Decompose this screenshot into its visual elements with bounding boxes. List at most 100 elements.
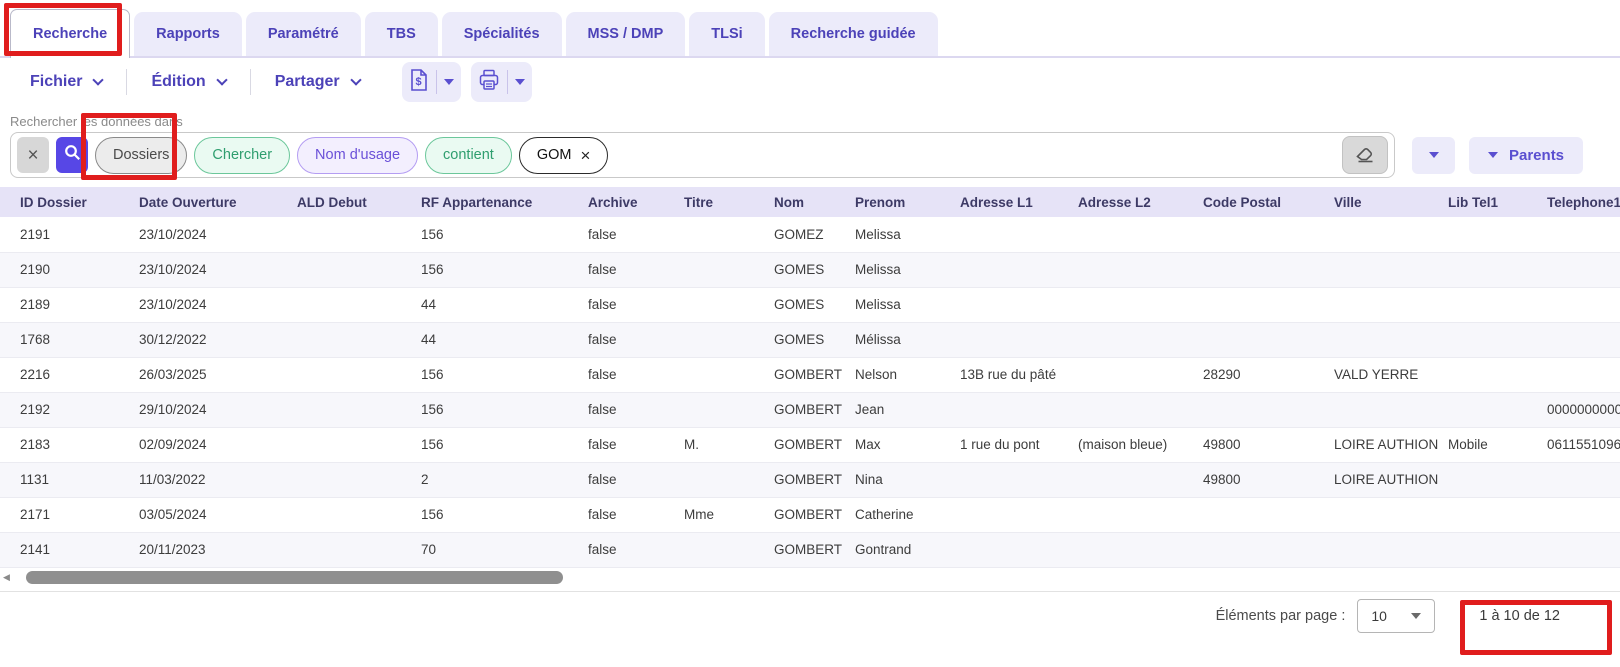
column-header-adresse-l1[interactable]: Adresse L1: [960, 187, 1078, 217]
table-cell: [297, 462, 421, 497]
chevron-down-icon[interactable]: [444, 79, 454, 85]
table-cell: 2183: [0, 427, 139, 462]
table-cell: 20/11/2023: [139, 532, 297, 567]
column-header-code-postal[interactable]: Code Postal: [1203, 187, 1334, 217]
column-header-telephone1[interactable]: Telephone1: [1547, 187, 1620, 217]
column-header-id-dossier[interactable]: ID Dossier: [0, 187, 139, 217]
x-icon: ×: [27, 146, 38, 165]
menu-edition[interactable]: Édition: [151, 73, 225, 91]
table-row[interactable]: 219123/10/2024156falseGOMEZMelissa: [0, 217, 1620, 252]
table-cell: Catherine: [855, 497, 960, 532]
table-cell: [1448, 532, 1547, 567]
table-cell: [1203, 322, 1334, 357]
table-cell: Melissa: [855, 217, 960, 252]
parents-button[interactable]: Parents: [1469, 137, 1583, 174]
column-header-archive[interactable]: Archive: [588, 187, 684, 217]
table-cell: Max: [855, 427, 960, 462]
table-cell: [684, 532, 774, 567]
menu-fichier[interactable]: Fichier: [30, 73, 102, 91]
table-cell: 1 rue du pont: [960, 427, 1078, 462]
table-row[interactable]: 214120/11/202370falseGOMBERTGontrand: [0, 532, 1620, 567]
table-row[interactable]: 218923/10/202444falseGOMESMelissa: [0, 287, 1620, 322]
tab-mss-dmp[interactable]: MSS / DMP: [566, 12, 686, 56]
table-cell: [1078, 217, 1203, 252]
table-cell: Melissa: [855, 287, 960, 322]
table-cell: 02/09/2024: [139, 427, 297, 462]
search-options-dropdown[interactable]: [1412, 137, 1455, 174]
column-header-adresse-l2[interactable]: Adresse L2: [1078, 187, 1203, 217]
eraser-icon: [1354, 142, 1377, 168]
column-header-ald-debut[interactable]: ALD Debut: [297, 187, 421, 217]
filter-chip-gom[interactable]: GOM×: [519, 137, 609, 174]
table-row[interactable]: 217103/05/2024156falseMmeGOMBERTCatherin…: [0, 497, 1620, 532]
table-cell: 23/10/2024: [139, 287, 297, 322]
tab-param-tr[interactable]: Paramétré: [246, 12, 361, 56]
table-cell: GOMBERT: [774, 357, 855, 392]
table-cell: GOMBERT: [774, 427, 855, 462]
items-per-page-label: Éléments par page :: [1216, 608, 1346, 624]
table-row[interactable]: 113111/03/20222falseGOMBERTNina49800LOIR…: [0, 462, 1620, 497]
table-cell: [960, 217, 1078, 252]
column-header-lib-tel1[interactable]: Lib Tel1: [1448, 187, 1547, 217]
table-cell: 0611551096: [1547, 427, 1620, 462]
column-header-date-ouverture[interactable]: Date Ouverture: [139, 187, 297, 217]
table-cell: [684, 217, 774, 252]
tab-sp-cialit-s[interactable]: Spécialités: [442, 12, 562, 56]
filter-chip-chercher[interactable]: Chercher: [194, 137, 290, 174]
table-cell: 156: [421, 217, 588, 252]
tab-rapports[interactable]: Rapports: [134, 12, 242, 56]
table-cell: [1334, 322, 1448, 357]
table-cell: 2190: [0, 252, 139, 287]
table-cell: 1131: [0, 462, 139, 497]
scrollbar-thumb[interactable]: [26, 571, 563, 584]
table-cell: 2216: [0, 357, 139, 392]
search-input[interactable]: × Dossiers ChercherNom d'usagecontientGOM…: [10, 132, 1395, 178]
table-row[interactable]: 219229/10/2024156falseGOMBERTJean0000000…: [0, 392, 1620, 427]
column-header-rf-appartenance[interactable]: RF Appartenance: [421, 187, 588, 217]
table-cell: [1547, 217, 1620, 252]
tab-recherche-guid-e[interactable]: Recherche guidée: [769, 12, 938, 56]
export-invoice-button[interactable]: $: [402, 62, 461, 102]
table-cell: 156: [421, 427, 588, 462]
scroll-left-arrow-icon[interactable]: ◀: [3, 572, 10, 583]
items-per-page-select[interactable]: 10: [1357, 599, 1435, 633]
tab-recherche[interactable]: Recherche: [10, 9, 130, 58]
tab-tlsi[interactable]: TLSi: [689, 12, 764, 56]
table-row[interactable]: 219023/10/2024156falseGOMESMelissa: [0, 252, 1620, 287]
table-cell: [1547, 462, 1620, 497]
table-row[interactable]: 221626/03/2025156falseGOMBERTNelson13B r…: [0, 357, 1620, 392]
search-row: × Dossiers ChercherNom d'usagecontientGOM…: [10, 132, 1620, 178]
table-cell: [1078, 462, 1203, 497]
column-header-prenom[interactable]: Prenom: [855, 187, 960, 217]
column-header-titre[interactable]: Titre: [684, 187, 774, 217]
table-cell: [684, 357, 774, 392]
table-cell: [960, 462, 1078, 497]
table-cell: [1547, 252, 1620, 287]
filter-chip-contient[interactable]: contient: [425, 137, 512, 174]
column-header-ville[interactable]: Ville: [1334, 187, 1448, 217]
remove-chip-icon[interactable]: ×: [580, 147, 590, 164]
magnifier-icon: [64, 144, 81, 166]
table-cell: 44: [421, 322, 588, 357]
tab-tbs[interactable]: TBS: [365, 12, 438, 56]
filter-chip-nom-d-usage[interactable]: Nom d'usage: [297, 137, 418, 174]
search-button[interactable]: [56, 137, 88, 173]
table-row[interactable]: 176830/12/202244falseGOMESMélissa: [0, 322, 1620, 357]
menu-partager[interactable]: Partager: [275, 73, 360, 91]
chevron-down-icon[interactable]: [515, 79, 525, 85]
clear-search-button[interactable]: ×: [17, 137, 49, 173]
menu-partager-label: Partager: [275, 73, 340, 91]
table-cell: [1448, 497, 1547, 532]
table-cell: false: [588, 322, 684, 357]
erase-criteria-button[interactable]: [1342, 136, 1388, 174]
table-cell: [960, 252, 1078, 287]
table-cell: [1078, 532, 1203, 567]
chip-label: Dossiers: [113, 147, 169, 163]
chevron-down-icon: [1488, 152, 1498, 158]
print-button[interactable]: [471, 62, 532, 102]
table-cell: [1078, 392, 1203, 427]
table-cell: [960, 497, 1078, 532]
filter-chip-dossiers[interactable]: Dossiers: [95, 137, 187, 174]
table-row[interactable]: 218302/09/2024156falseM.GOMBERTMax1 rue …: [0, 427, 1620, 462]
column-header-nom[interactable]: Nom: [774, 187, 855, 217]
